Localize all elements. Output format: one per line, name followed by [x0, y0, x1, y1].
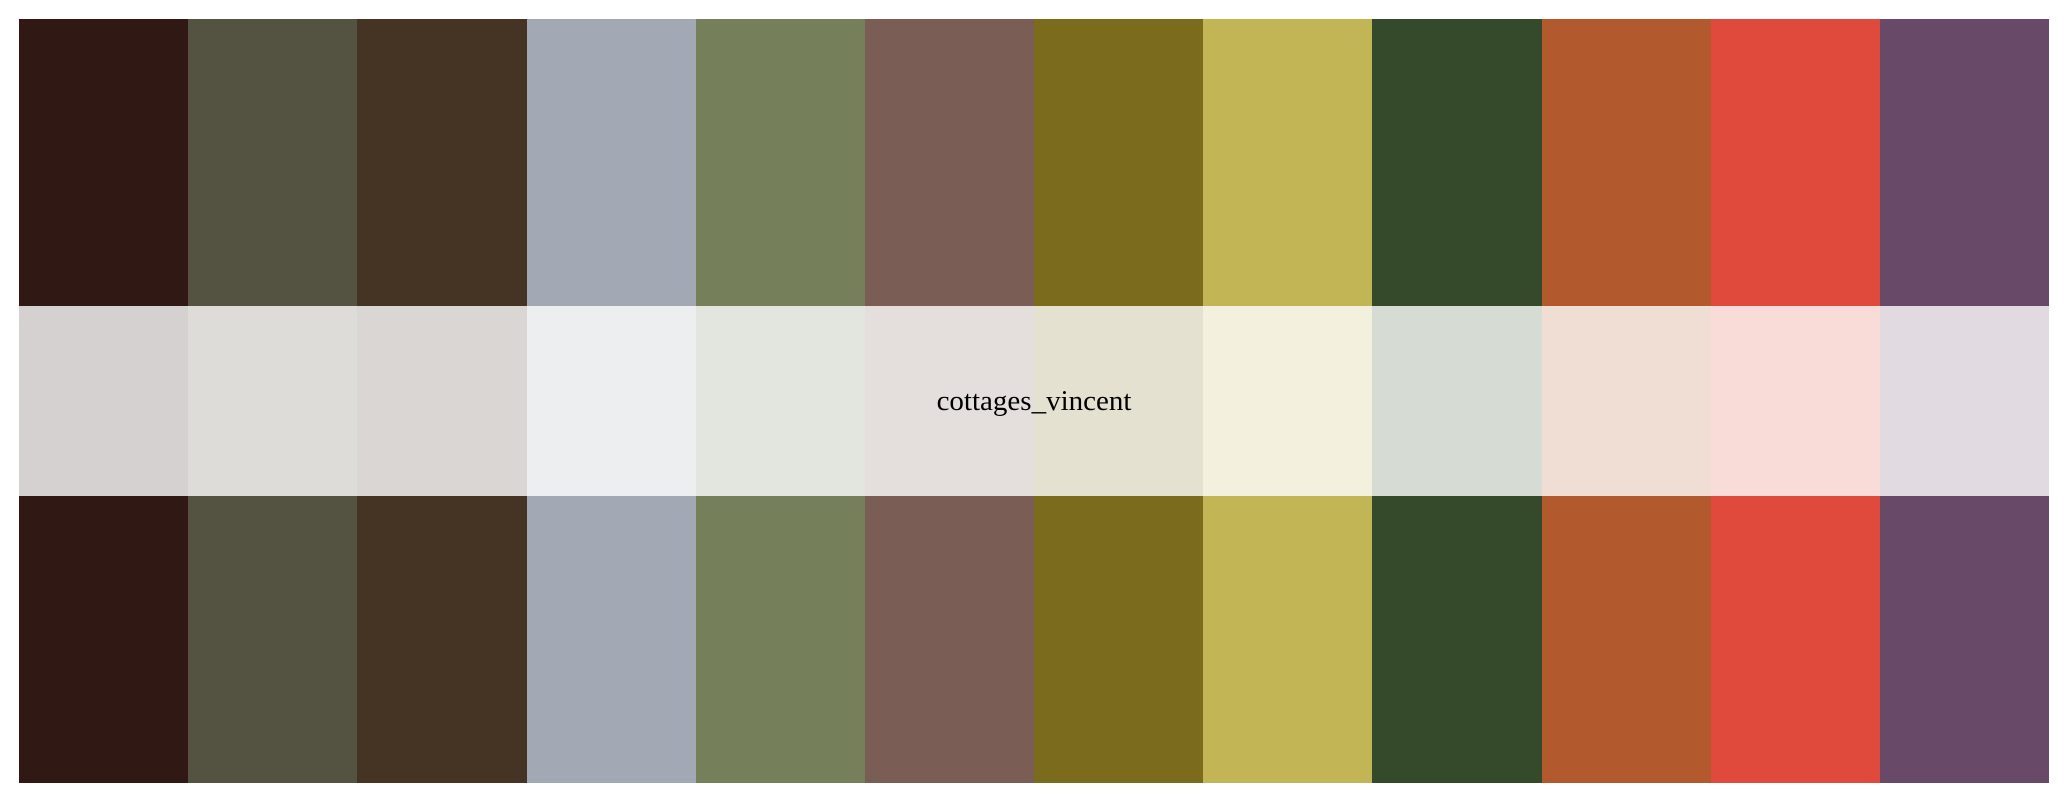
palette-title: cottages_vincent	[936, 384, 1132, 417]
